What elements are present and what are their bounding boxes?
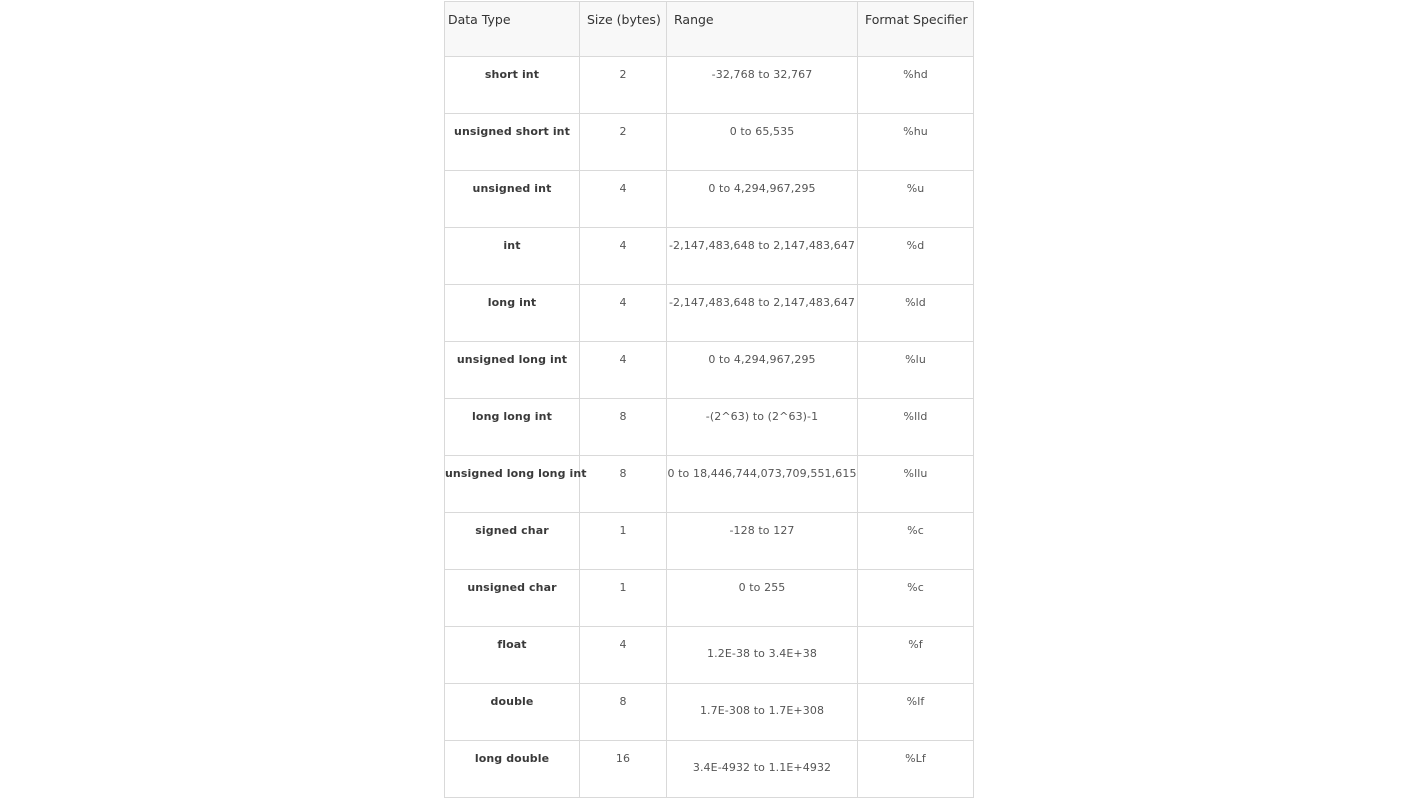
cell-range: 1.7E-308 to 1.7E+308: [666, 683, 858, 741]
table-row: unsigned int 4 0 to 4,294,967,295 %u: [444, 170, 974, 228]
cell-size: 1: [579, 569, 667, 627]
cell-data-type: long long int: [444, 398, 580, 456]
data-types-table: Data Type Size (bytes) Range Format Spec…: [444, 1, 974, 798]
cell-range: 1.2E-38 to 3.4E+38: [666, 626, 858, 684]
cell-format: %c: [857, 569, 974, 627]
cell-format: %c: [857, 512, 974, 570]
cell-data-type: unsigned long long int: [444, 455, 587, 513]
cell-size: 2: [579, 113, 667, 171]
cell-size: 4: [579, 170, 667, 228]
cell-range: 0 to 4,294,967,295: [666, 170, 858, 228]
cell-format: %hd: [857, 56, 974, 114]
cell-range: -2,147,483,648 to 2,147,483,647: [666, 284, 858, 342]
cell-size: 16: [579, 740, 667, 798]
table-row: unsigned long long int 8 0 to 18,446,744…: [444, 455, 974, 513]
cell-size: 4: [579, 626, 667, 684]
cell-format: %f: [857, 626, 974, 684]
cell-format: %lf: [857, 683, 974, 741]
data-types-table-container: Data Type Size (bytes) Range Format Spec…: [444, 1, 974, 798]
cell-range: 0 to 4,294,967,295: [666, 341, 858, 399]
cell-data-type: unsigned short int: [444, 113, 580, 171]
table-row: short int 2 -32,768 to 32,767 %hd: [444, 56, 974, 114]
cell-size: 4: [579, 341, 667, 399]
table-row: float 4 1.2E-38 to 3.4E+38 %f: [444, 626, 974, 684]
table-row: long double 16 3.4E-4932 to 1.1E+4932 %L…: [444, 740, 974, 798]
cell-size: 4: [579, 227, 667, 285]
cell-size: 8: [579, 398, 667, 456]
table-row: unsigned short int 2 0 to 65,535 %hu: [444, 113, 974, 171]
cell-range: 0 to 18,446,744,073,709,551,615: [666, 455, 858, 513]
cell-size: 1: [579, 512, 667, 570]
cell-data-type: unsigned int: [444, 170, 580, 228]
cell-data-type: unsigned long int: [444, 341, 580, 399]
cell-format: %u: [857, 170, 974, 228]
table-row: long int 4 -2,147,483,648 to 2,147,483,6…: [444, 284, 974, 342]
cell-format: %d: [857, 227, 974, 285]
cell-range: -(2^63) to (2^63)-1: [666, 398, 858, 456]
cell-range: 3.4E-4932 to 1.1E+4932: [666, 740, 858, 798]
cell-range: -2,147,483,648 to 2,147,483,647: [666, 227, 858, 285]
cell-data-type: long double: [444, 740, 580, 798]
cell-format: %llu: [857, 455, 974, 513]
table-row: double 8 1.7E-308 to 1.7E+308 %lf: [444, 683, 974, 741]
cell-data-type: float: [444, 626, 580, 684]
table-row: long long int 8 -(2^63) to (2^63)-1 %lld: [444, 398, 974, 456]
cell-format: %lld: [857, 398, 974, 456]
cell-data-type: short int: [444, 56, 580, 114]
cell-data-type: double: [444, 683, 580, 741]
cell-data-type: unsigned char: [444, 569, 580, 627]
cell-size: 8: [579, 455, 667, 513]
table-row: unsigned char 1 0 to 255 %c: [444, 569, 974, 627]
table-header: Data Type Size (bytes) Range Format Spec…: [444, 1, 974, 57]
table-row: int 4 -2,147,483,648 to 2,147,483,647 %d: [444, 227, 974, 285]
table-body: short int 2 -32,768 to 32,767 %hd unsign…: [444, 56, 974, 798]
cell-data-type: long int: [444, 284, 580, 342]
header-size: Size (bytes): [579, 1, 667, 57]
cell-format: %lu: [857, 341, 974, 399]
cell-data-type: signed char: [444, 512, 580, 570]
header-format-specifier: Format Specifier: [857, 1, 974, 57]
header-row: Data Type Size (bytes) Range Format Spec…: [444, 1, 974, 57]
cell-size: 8: [579, 683, 667, 741]
header-range: Range: [666, 1, 858, 57]
cell-data-type: int: [444, 227, 580, 285]
cell-range: 0 to 255: [666, 569, 858, 627]
cell-range: -32,768 to 32,767: [666, 56, 858, 114]
table-row: unsigned long int 4 0 to 4,294,967,295 %…: [444, 341, 974, 399]
cell-size: 4: [579, 284, 667, 342]
table-row: signed char 1 -128 to 127 %c: [444, 512, 974, 570]
cell-size: 2: [579, 56, 667, 114]
header-data-type: Data Type: [444, 1, 580, 57]
cell-format: %ld: [857, 284, 974, 342]
cell-range: 0 to 65,535: [666, 113, 858, 171]
cell-format: %Lf: [857, 740, 974, 798]
cell-format: %hu: [857, 113, 974, 171]
cell-range: -128 to 127: [666, 512, 858, 570]
